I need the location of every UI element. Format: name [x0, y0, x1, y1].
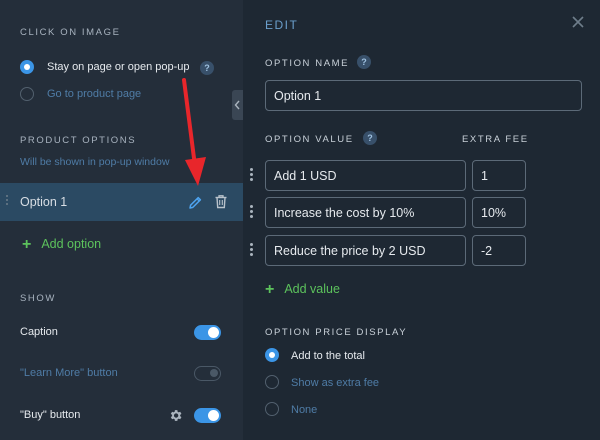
radio-none-label[interactable]: None: [291, 404, 317, 416]
click-on-image-title: CLICK ON IMAGE: [20, 27, 121, 38]
drag-handle-icon[interactable]: [250, 205, 254, 220]
option-name-input[interactable]: [265, 80, 582, 111]
buy-button-toggle[interactable]: [194, 408, 221, 423]
collapse-panel-handle[interactable]: [232, 90, 243, 120]
radio-none[interactable]: [265, 402, 279, 416]
radio-show-extra-fee[interactable]: [265, 375, 279, 389]
plus-icon: +: [265, 281, 275, 298]
option-value-title: OPTION VALUE: [265, 134, 354, 145]
caption-toggle[interactable]: [194, 325, 221, 340]
gear-icon[interactable]: [168, 408, 183, 423]
product-options-title: PRODUCT OPTIONS: [20, 135, 137, 146]
option-value-input[interactable]: [265, 197, 466, 228]
add-value-label: Add value: [284, 282, 340, 296]
radio-show-extra-fee-label[interactable]: Show as extra fee: [291, 377, 379, 389]
product-option-label: Option 1: [20, 195, 68, 209]
add-value-button[interactable]: + Add value: [265, 280, 340, 298]
settings-sidebar: CLICK ON IMAGE Stay on page or open pop-…: [0, 0, 243, 440]
chevron-left-icon: [234, 100, 240, 110]
drag-handle-icon[interactable]: [250, 168, 254, 183]
caption-label: Caption: [20, 326, 58, 338]
add-option-button[interactable]: + Add option: [22, 235, 101, 253]
option-value-help-icon[interactable]: ?: [363, 131, 377, 145]
drag-handle-icon[interactable]: [6, 195, 10, 209]
add-option-label: Add option: [41, 237, 102, 251]
option-name-title: OPTION NAME: [265, 58, 350, 69]
radio-stay-on-page[interactable]: [20, 60, 34, 74]
option-value-input[interactable]: [265, 235, 466, 266]
extra-fee-input[interactable]: [472, 235, 526, 266]
edit-title: EDIT: [265, 18, 299, 32]
option-price-display-title: OPTION PRICE DISPLAY: [265, 327, 408, 338]
annotation-arrow: [182, 78, 206, 186]
radio-add-to-total[interactable]: [265, 348, 279, 362]
radio-go-to-product-label[interactable]: Go to product page: [47, 88, 141, 100]
extra-fee-title: EXTRA FEE: [462, 134, 529, 145]
show-title: SHOW: [20, 293, 56, 304]
product-option-row[interactable]: Option 1: [0, 183, 243, 221]
product-options-hint: Will be shown in pop-up window: [20, 156, 170, 168]
pencil-edit-icon[interactable]: [188, 195, 203, 210]
extra-fee-input[interactable]: [472, 197, 526, 228]
plus-icon: +: [22, 236, 32, 253]
trash-icon[interactable]: [214, 194, 228, 209]
drag-handle-icon[interactable]: [250, 243, 254, 258]
extra-fee-input[interactable]: [472, 160, 526, 191]
edit-panel: EDIT OPTION NAME ? OPTION VALUE ? EXTRA …: [243, 0, 600, 440]
option-name-help-icon[interactable]: ?: [357, 55, 371, 69]
learn-more-toggle[interactable]: [194, 366, 221, 381]
help-icon[interactable]: ?: [200, 61, 214, 75]
option-value-input[interactable]: [265, 160, 466, 191]
buy-button-label: "Buy" button: [20, 409, 81, 421]
radio-add-to-total-label[interactable]: Add to the total: [291, 350, 365, 362]
learn-more-label: "Learn More" button: [20, 367, 118, 379]
close-icon[interactable]: [570, 14, 586, 30]
radio-stay-on-page-label[interactable]: Stay on page or open pop-up: [47, 61, 190, 73]
radio-go-to-product[interactable]: [20, 87, 34, 101]
